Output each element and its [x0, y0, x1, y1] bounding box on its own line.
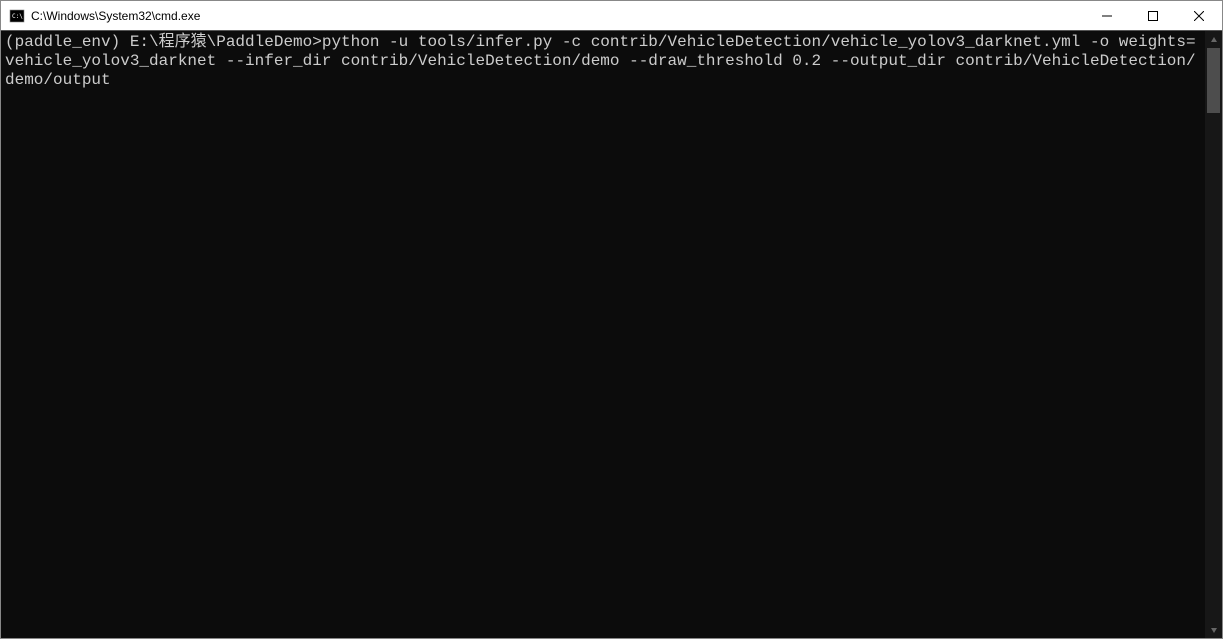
window-title: C:\Windows\System32\cmd.exe — [31, 1, 1084, 31]
minimize-button[interactable] — [1084, 1, 1130, 30]
scroll-down-button[interactable] — [1205, 621, 1222, 638]
svg-text:C:\: C:\ — [12, 13, 23, 20]
close-button[interactable] — [1176, 1, 1222, 30]
terminal-output[interactable]: (paddle_env) E:\程序猿\PaddleDemo>python -u… — [1, 31, 1205, 638]
scroll-up-button[interactable] — [1205, 31, 1222, 48]
cmd-icon: C:\ — [9, 8, 25, 24]
titlebar[interactable]: C:\ C:\Windows\System32\cmd.exe — [1, 1, 1222, 31]
scrollbar-track[interactable] — [1205, 48, 1222, 621]
terminal-area: (paddle_env) E:\程序猿\PaddleDemo>python -u… — [1, 31, 1222, 638]
cmd-window: C:\ C:\Windows\System32\cmd.exe (paddle_… — [0, 0, 1223, 639]
scrollbar-thumb[interactable] — [1207, 48, 1220, 113]
window-controls — [1084, 1, 1222, 30]
maximize-button[interactable] — [1130, 1, 1176, 30]
vertical-scrollbar[interactable] — [1205, 31, 1222, 638]
